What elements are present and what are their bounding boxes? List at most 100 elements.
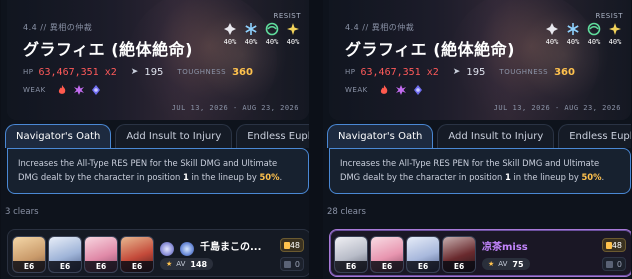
buff-tabs: Navigator's Oath Add Insult to Injury En… — [5, 124, 309, 148]
resist-list: 40% 40% 40% 40% — [219, 22, 303, 46]
hp-label: HP — [23, 68, 34, 76]
eidolon-badge: E6 — [335, 261, 367, 272]
eidolon-badge: E6 — [49, 261, 81, 272]
resist-value: 40% — [566, 38, 580, 46]
eidolon-badge: E6 — [443, 261, 475, 272]
date-range: JUL 13, 2026 - AUG 23, 2026 — [493, 104, 621, 112]
cycle-icon — [284, 260, 291, 268]
team-card[interactable]: E6 E6 E6 E6 千島まこの... ★ AV 148 48 0 — [7, 229, 309, 277]
resist-value: 40% — [545, 38, 559, 46]
character-portrait[interactable]: E6 — [406, 236, 440, 273]
resist-value: 40% — [265, 38, 279, 46]
imaginary-icon — [609, 23, 621, 35]
wind-icon — [265, 22, 279, 36]
count-value: 48 — [611, 240, 622, 250]
eidolon-badge: E6 — [13, 261, 45, 272]
character-portrait[interactable]: E6 — [442, 236, 476, 273]
toughness-value: 360 — [554, 66, 575, 78]
username[interactable]: 千島まこの... — [200, 238, 276, 253]
resist-physical: 40% — [220, 22, 240, 46]
character-portrait[interactable]: E6 — [12, 236, 46, 273]
buff-tabs: Navigator's Oath Add Insult to Injury En… — [327, 124, 631, 148]
av-value: 148 — [190, 259, 208, 269]
downvote-count[interactable]: 0 — [602, 257, 626, 271]
upvote-count[interactable]: 48 — [602, 238, 626, 252]
upvote-count[interactable]: 48 — [280, 238, 304, 252]
wind-icon — [587, 22, 601, 36]
desc-percent: 50% — [581, 172, 602, 182]
boss-banner: 4.4 // 異相の仲裁 グラフィエ (絶体絶命) HP 63,467,351 … — [329, 0, 631, 120]
av-label: AV — [176, 260, 186, 268]
character-portrait[interactable]: E6 — [120, 236, 154, 273]
phase-label: 4.4 // 異相の仲裁 — [23, 23, 93, 32]
character-portrait[interactable]: E6 — [84, 236, 118, 273]
tab-navigators-oath[interactable]: Navigator's Oath — [5, 124, 112, 148]
buff-description: Increases the All-Type RES PEN for the S… — [329, 148, 631, 194]
quantum-icon — [413, 85, 422, 95]
clears-count: 3 clears — [5, 207, 39, 217]
resist-value: 40% — [223, 38, 237, 46]
boss-panel-right: 4.4 // 異相の仲裁 グラフィエ (絶体絶命) HP 63,467,351 … — [323, 0, 631, 279]
character-list: E6 E6 E6 E6 — [12, 236, 156, 273]
fire-icon — [380, 85, 388, 94]
banner-overlay — [7, 0, 309, 120]
tab-add-insult-to-injury[interactable]: Add Insult to Injury — [115, 124, 233, 148]
buff-description: Increases the All-Type RES PEN for the S… — [7, 148, 309, 194]
resist-value: 40% — [286, 38, 300, 46]
boss-panel-left: 4.4 // 異相の仲裁 グラフィエ (絶体絶命) HP 63,467,351 … — [1, 0, 309, 279]
team-card[interactable]: E6 E6 E6 E6 凉茶miss ★ AV 75 48 0 — [329, 229, 631, 277]
weakness-row: WEAK — [345, 83, 429, 97]
desc-text: in the lineup by — [510, 172, 582, 182]
eidolon-badge: E6 — [371, 261, 403, 272]
count-value: 48 — [289, 240, 300, 250]
resist-value: 40% — [587, 38, 601, 46]
character-list: E6 E6 E6 E6 — [334, 236, 478, 273]
physical-icon — [224, 23, 236, 35]
star-icon: ★ — [166, 260, 173, 268]
count-value: 0 — [294, 259, 300, 269]
username[interactable]: 凉茶miss — [482, 238, 582, 253]
speed-icon: ➤ — [452, 67, 461, 77]
tab-endless-euphoria[interactable]: Endless Euphoria — [558, 124, 631, 148]
av-value: 75 — [512, 259, 524, 269]
desc-percent: 50% — [259, 172, 280, 182]
character-portrait[interactable]: E6 — [48, 236, 82, 273]
hp-value: 63,467,351 x2 — [360, 66, 439, 78]
date-range: JUL 13, 2026 - AUG 23, 2026 — [171, 104, 299, 112]
ice-icon — [245, 23, 257, 35]
resist-list: 40% 40% 40% 40% — [541, 22, 625, 46]
stat-row: HP 63,467,351 x2 ➤ 195 TOUGHNESS 360 — [345, 65, 575, 79]
desc-text: . — [601, 172, 605, 182]
av-label: AV — [498, 260, 508, 268]
toughness-label: TOUGHNESS — [177, 68, 227, 76]
hp-label: HP — [345, 68, 356, 76]
av-badge: ★ AV 148 — [160, 258, 214, 270]
resist-label: RESIST — [595, 12, 623, 20]
resist-ice: 40% — [563, 22, 583, 46]
boss-banner: 4.4 // 異相の仲裁 グラフィエ (絶体絶命) HP 63,467,351 … — [7, 0, 309, 120]
banner-overlay — [329, 0, 631, 120]
character-portrait[interactable]: E6 — [370, 236, 404, 273]
resist-ice: 40% — [241, 22, 261, 46]
character-portrait[interactable]: E6 — [334, 236, 368, 273]
boss-name: グラフィエ (絶体絶命) — [23, 40, 193, 59]
page: 4.4 // 異相の仲裁 グラフィエ (絶体絶命) HP 63,467,351 … — [0, 0, 632, 279]
av-badge: ★ AV 75 — [482, 258, 530, 270]
resist-label: RESIST — [273, 12, 301, 20]
weak-label: WEAK — [23, 86, 46, 94]
weakness-row: WEAK — [23, 83, 107, 97]
fire-icon — [58, 85, 66, 94]
desc-text: . — [279, 172, 283, 182]
tab-endless-euphoria[interactable]: Endless Euphoria — [236, 124, 309, 148]
clears-count: 28 clears — [327, 207, 366, 217]
speed-value: 195 — [144, 66, 164, 78]
tab-navigators-oath[interactable]: Navigator's Oath — [327, 124, 434, 148]
quantum-icon — [91, 85, 100, 95]
toughness-value: 360 — [232, 66, 253, 78]
downvote-count[interactable]: 0 — [280, 257, 304, 271]
resist-value: 40% — [244, 38, 258, 46]
cycle-icon — [606, 260, 613, 268]
resist-wind: 40% — [584, 22, 604, 46]
tab-add-insult-to-injury[interactable]: Add Insult to Injury — [437, 124, 555, 148]
lightcone-icon — [160, 242, 174, 256]
